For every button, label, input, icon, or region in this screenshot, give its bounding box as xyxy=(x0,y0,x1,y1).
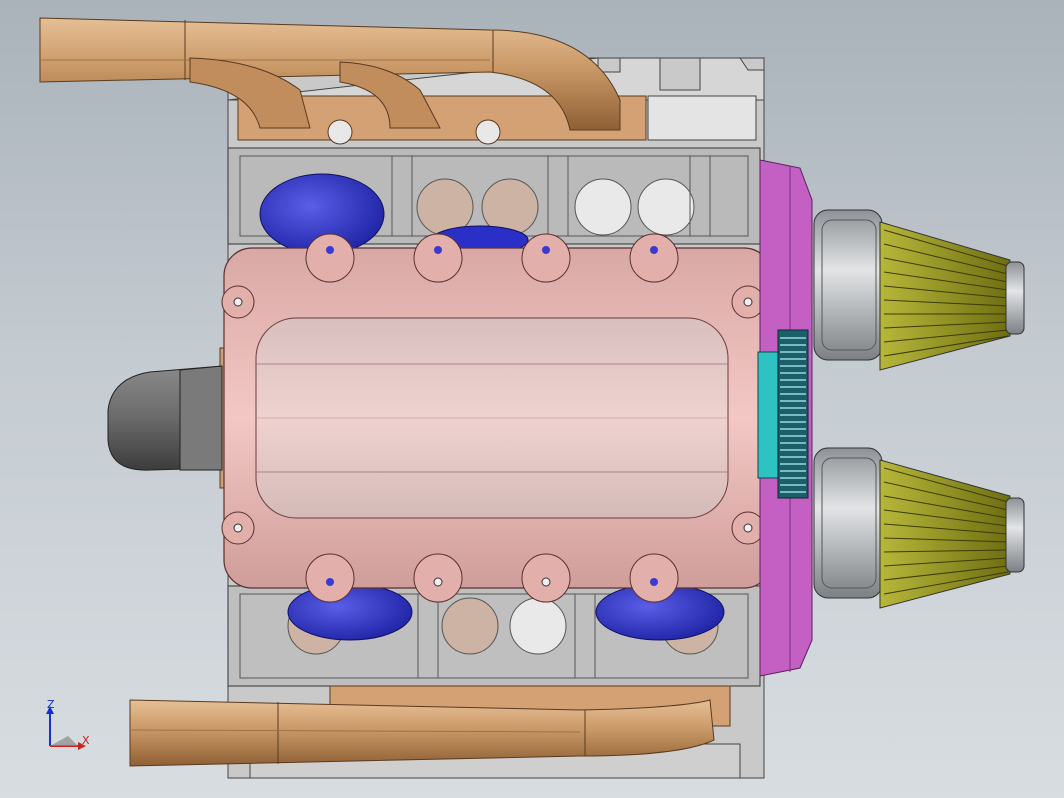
engine-model[interactable] xyxy=(0,0,1064,798)
flywheel-housing xyxy=(107,347,239,489)
cad-viewport[interactable]: Z X xyxy=(0,0,1064,798)
z-axis-label: Z xyxy=(47,698,55,711)
x-axis-label: X xyxy=(82,734,90,747)
upper-air-filter xyxy=(813,209,1025,371)
timing-pulley xyxy=(757,329,809,499)
upper-exhaust-flange xyxy=(237,95,757,145)
crankcase xyxy=(223,247,773,589)
lower-air-filter xyxy=(813,447,1025,609)
coordinate-triad: Z X xyxy=(38,696,98,756)
